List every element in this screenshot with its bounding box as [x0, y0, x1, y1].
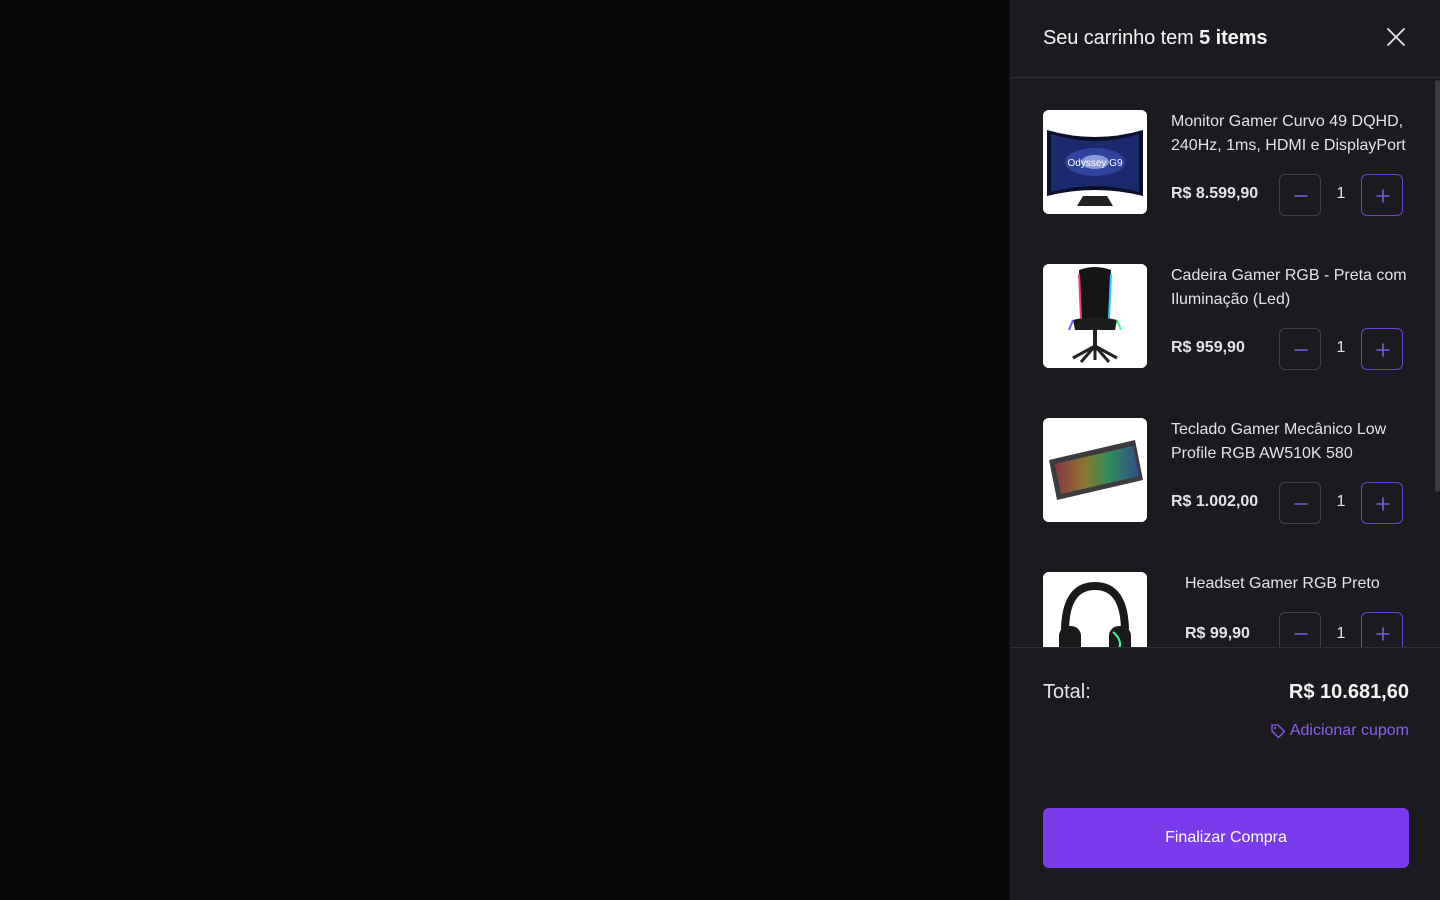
product-image-monitor: Odyssey G9	[1043, 110, 1147, 214]
monitor-screen-text: Odyssey G9	[1067, 158, 1122, 169]
minus-icon	[1294, 195, 1308, 197]
minus-icon	[1294, 633, 1308, 635]
cart-item: Headset Gamer RGB Preto R$ 99,90 1	[1043, 572, 1413, 647]
minus-icon	[1294, 349, 1308, 351]
item-name: Monitor Gamer Curvo 49 DQHD, 240Hz, 1ms,…	[1171, 113, 1406, 154]
item-quantity: 1	[1336, 625, 1346, 642]
cart-items-list[interactable]: Odyssey G9 Monitor Gamer Curvo 49 DQHD, …	[1011, 78, 1440, 647]
decrease-quantity-button[interactable]	[1279, 482, 1321, 524]
increase-quantity-button[interactable]	[1361, 482, 1403, 524]
cart-footer: Total: R$ 10.681,60 Adicionar cupom Fina…	[1011, 647, 1440, 900]
product-image-chair	[1043, 264, 1147, 368]
cart-item: Odyssey G9 Monitor Gamer Curvo 49 DQHD, …	[1043, 110, 1413, 216]
decrease-quantity-button[interactable]	[1279, 174, 1321, 216]
close-icon	[1387, 28, 1405, 46]
total-value: R$ 10.681,60	[1288, 681, 1409, 703]
product-image-keyboard	[1043, 418, 1147, 522]
item-name: Cadeira Gamer RGB - Preta com Iluminação…	[1171, 267, 1407, 308]
item-price: R$ 1.002,00	[1171, 493, 1259, 510]
decrease-quantity-button[interactable]	[1279, 328, 1321, 370]
plus-icon	[1376, 343, 1390, 357]
tag-icon	[1271, 724, 1285, 739]
item-price: R$ 959,90	[1171, 339, 1245, 356]
cart-drawer: Seu carrinho tem 5 items Odyssey G9 Moni…	[1010, 0, 1440, 900]
cart-item-count: 5 items	[1199, 27, 1268, 49]
item-quantity: 1	[1336, 493, 1346, 510]
increase-quantity-button[interactable]	[1361, 174, 1403, 216]
plus-icon	[1376, 497, 1390, 511]
increase-quantity-button[interactable]	[1361, 612, 1403, 647]
item-price: R$ 8.599,90	[1171, 185, 1259, 202]
cart-title-prefix: Seu carrinho tem	[1043, 27, 1194, 49]
item-price: R$ 99,90	[1185, 625, 1250, 642]
checkout-button[interactable]: Finalizar Compra	[1043, 808, 1409, 868]
minus-icon	[1294, 503, 1308, 505]
cart-title: Seu carrinho tem 5 items	[1043, 27, 1268, 50]
cart-header: Seu carrinho tem 5 items	[1011, 0, 1440, 78]
add-coupon-label: Adicionar cupom	[1289, 722, 1409, 739]
plus-icon	[1376, 189, 1390, 203]
item-name: Headset Gamer RGB Preto	[1185, 575, 1380, 592]
scrollbar-thumb[interactable]	[1435, 80, 1440, 492]
product-image-headset	[1043, 572, 1147, 647]
plus-icon	[1376, 627, 1390, 641]
cart-item: Teclado Gamer Mecânico Low Profile RGB A…	[1043, 418, 1413, 524]
item-name: Teclado Gamer Mecânico Low Profile RGB A…	[1171, 421, 1387, 462]
add-coupon-link[interactable]: Adicionar cupom	[1270, 722, 1409, 740]
item-quantity: 1	[1336, 185, 1346, 202]
overlay-backdrop[interactable]	[0, 0, 1010, 900]
close-button[interactable]	[1385, 26, 1407, 48]
item-quantity: 1	[1336, 339, 1346, 356]
decrease-quantity-button[interactable]	[1279, 612, 1321, 647]
increase-quantity-button[interactable]	[1361, 328, 1403, 370]
cart-item: Cadeira Gamer RGB - Preta com Iluminação…	[1043, 264, 1413, 370]
total-label: Total:	[1043, 681, 1091, 703]
